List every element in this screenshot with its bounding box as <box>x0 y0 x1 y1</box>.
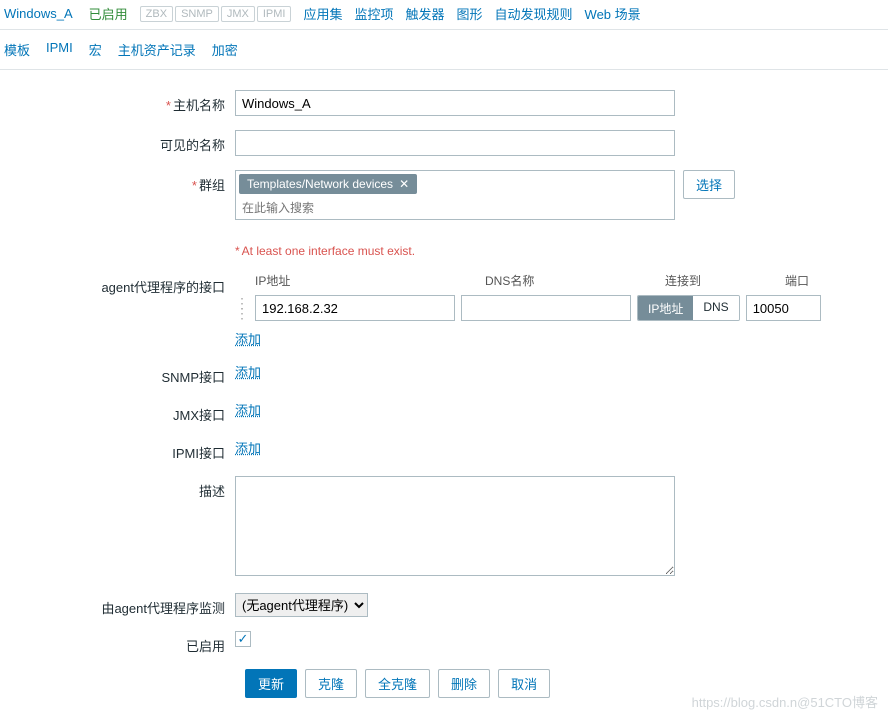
enabled-checkbox[interactable]: ✓ <box>235 631 251 647</box>
port-input[interactable] <box>746 295 821 321</box>
tab-encryption[interactable]: 加密 <box>212 40 238 59</box>
host-form: *主机名称 可见的名称 *群组 Templates/Network device… <box>0 70 888 708</box>
label-description: 描述 <box>0 476 235 500</box>
label-visiblename: 可见的名称 <box>0 130 235 154</box>
col-dns: DNS名称 <box>485 272 665 289</box>
agent-interface-row: ⋮⋮⋮⋮ IP地址 DNS <box>235 295 888 321</box>
tab-discovery[interactable]: 自动发现规则 <box>495 4 573 23</box>
connect-to-toggle[interactable]: IP地址 DNS <box>637 295 740 321</box>
protocol-badges: ZBX SNMP JMX IPMI <box>140 6 292 22</box>
delete-button[interactable]: 删除 <box>438 669 490 698</box>
full-clone-button[interactable]: 全克隆 <box>365 669 430 698</box>
tab-ipmi[interactable]: IPMI <box>46 40 73 59</box>
group-tag: Templates/Network devices✕ <box>239 174 417 194</box>
remove-group-icon[interactable]: ✕ <box>399 177 409 191</box>
label-ipmi-interface: IPMI接口 <box>0 438 235 462</box>
tab-items[interactable]: 监控项 <box>354 4 393 23</box>
tab-graphs[interactable]: 图形 <box>457 4 483 23</box>
tab-templates[interactable]: 模板 <box>4 40 30 59</box>
ip-input[interactable] <box>255 295 455 321</box>
hostname-input[interactable] <box>235 90 675 116</box>
badge-ipmi: IPMI <box>257 6 292 22</box>
label-agent-interface: agent代理程序的接口 <box>0 272 235 296</box>
clone-button[interactable]: 克隆 <box>305 669 357 698</box>
add-jmx-interface-link[interactable]: 添加 <box>235 400 261 419</box>
add-snmp-interface-link[interactable]: 添加 <box>235 362 261 381</box>
badge-jmx: JMX <box>221 6 255 22</box>
add-ipmi-interface-link[interactable]: 添加 <box>235 438 261 457</box>
tab-triggers[interactable]: 触发器 <box>406 4 445 23</box>
groups-tagbox[interactable]: Templates/Network devices✕ <box>235 170 675 220</box>
cancel-button[interactable]: 取消 <box>498 669 550 698</box>
tab-inventory[interactable]: 主机资产记录 <box>118 40 196 59</box>
visiblename-input[interactable] <box>235 130 675 156</box>
col-port: 端口 <box>785 272 885 289</box>
connect-ip-option[interactable]: IP地址 <box>638 296 693 320</box>
label-monitored-by: 由agent代理程序监测 <box>0 593 235 617</box>
label-jmx-interface: JMX接口 <box>0 400 235 424</box>
tab-applications[interactable]: 应用集 <box>303 4 342 23</box>
select-groups-button[interactable]: 选择 <box>683 170 735 199</box>
label-hostname: *主机名称 <box>0 90 235 114</box>
tab-web[interactable]: Web 场景 <box>585 4 641 23</box>
description-textarea[interactable] <box>235 476 675 576</box>
label-snmp-interface: SNMP接口 <box>0 362 235 386</box>
connect-dns-option[interactable]: DNS <box>693 296 738 320</box>
host-status: 已启用 <box>89 4 128 23</box>
dns-input[interactable] <box>461 295 631 321</box>
col-ip: IP地址 <box>255 272 485 289</box>
sub-tabs: 模板 IPMI 宏 主机资产记录 加密 <box>0 30 888 70</box>
drag-handle-icon[interactable]: ⋮⋮⋮⋮ <box>235 298 249 318</box>
interface-required-hint: *At least one interface must exist. <box>235 244 888 258</box>
label-enabled: 已启用 <box>0 631 235 655</box>
tab-macros[interactable]: 宏 <box>89 40 102 59</box>
col-connect: 连接到 <box>665 272 785 289</box>
add-agent-interface-link[interactable]: 添加 <box>235 329 261 348</box>
top-tabs: Windows_A 已启用 ZBX SNMP JMX IPMI 应用集 监控项 … <box>0 0 888 30</box>
update-button[interactable]: 更新 <box>245 669 297 698</box>
tab-host-link[interactable]: Windows_A <box>0 6 77 21</box>
label-groups: *群组 <box>0 170 235 194</box>
badge-snmp: SNMP <box>175 6 219 22</box>
groups-search-input[interactable] <box>236 197 666 219</box>
watermark: https://blog.csdn.n@51CTO博客 <box>692 692 878 711</box>
badge-zbx: ZBX <box>140 6 173 22</box>
proxy-select[interactable]: (无agent代理程序) <box>235 593 368 617</box>
